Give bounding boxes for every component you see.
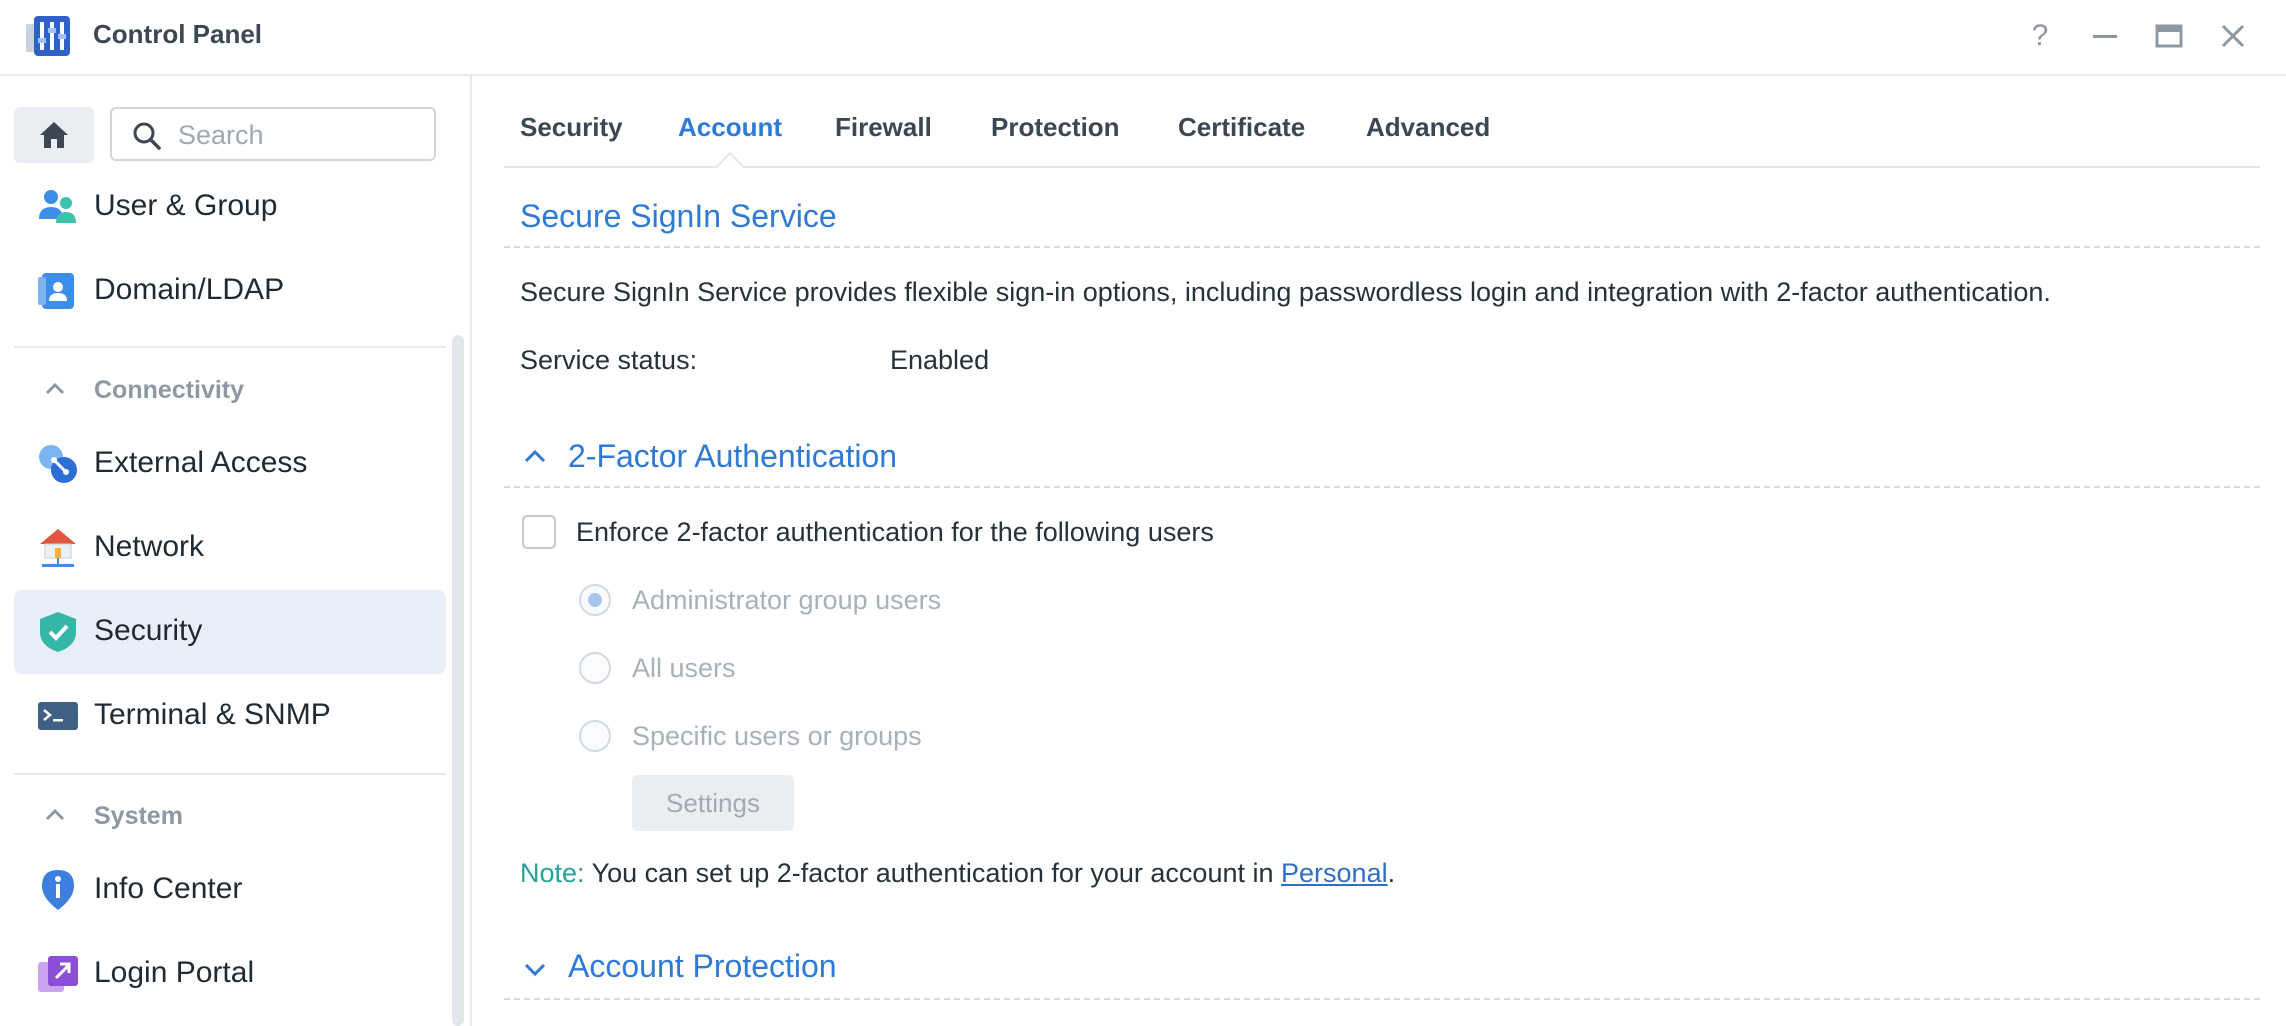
sidebar-group-label: Connectivity: [94, 376, 245, 404]
security-shield-icon: [40, 612, 76, 652]
tab-account[interactable]: Account: [678, 112, 782, 143]
network-icon: [40, 529, 76, 567]
sidebar-item-label: Terminal & SNMP: [94, 698, 331, 731]
sidebar-item-network[interactable]: Network: [14, 506, 446, 590]
personal-link[interactable]: Personal: [1281, 858, 1388, 888]
sidebar-item-domain-ldap[interactable]: Domain/LDAP: [14, 249, 446, 333]
title-bar: [0, 0, 2286, 76]
home-button[interactable]: [14, 107, 94, 163]
minimize-icon: [2093, 35, 2117, 38]
help-button[interactable]: ?: [2020, 16, 2060, 56]
chevron-up-icon: [45, 808, 65, 821]
sidebar-item-label: Info Center: [94, 872, 243, 905]
section-divider: [504, 998, 2260, 1000]
chevron-up-icon: [45, 382, 65, 395]
tab-advanced[interactable]: Advanced: [1366, 112, 1490, 143]
sidebar-group-system[interactable]: System: [14, 786, 446, 846]
two-factor-note: Note: You can set up 2-factor authentica…: [520, 858, 1395, 889]
sidebar-item-terminal-snmp[interactable]: Terminal & SNMP: [14, 674, 446, 758]
settings-button[interactable]: Settings: [632, 775, 794, 831]
window-title: Control Panel: [93, 19, 263, 49]
radio-label: Administrator group users: [632, 585, 942, 615]
minimize-button[interactable]: [2085, 16, 2125, 56]
sidebar-divider: [14, 773, 446, 775]
tab-certificate[interactable]: Certificate: [1178, 112, 1305, 143]
enforce-2fa-checkbox[interactable]: [522, 515, 556, 549]
service-status-label: Service status:: [520, 345, 698, 375]
sidebar-item-info-center[interactable]: Info Center: [14, 848, 446, 932]
secure-signin-description: Secure SignIn Service provides flexible …: [520, 277, 2051, 307]
external-access-icon: [39, 445, 77, 483]
tab-protection[interactable]: Protection: [991, 112, 1120, 143]
account-protection-section-toggle[interactable]: Account Protection: [520, 946, 940, 990]
control-panel-app-icon: [26, 16, 72, 56]
close-icon: [2221, 24, 2245, 48]
radio-administrator-group-users[interactable]: [579, 584, 611, 616]
radio-label: Specific users or groups: [632, 721, 922, 751]
close-button[interactable]: [2213, 16, 2253, 56]
sidebar-item-label: Domain/LDAP: [94, 273, 285, 306]
sidebar-item-login-portal[interactable]: Login Portal: [14, 932, 446, 1016]
home-icon: [40, 122, 68, 148]
user-group-icon: [39, 190, 76, 223]
note-end: .: [1387, 858, 1396, 888]
sidebar-divider: [14, 346, 446, 348]
help-icon: ?: [2031, 19, 2049, 52]
search-box[interactable]: [110, 107, 436, 161]
domain-ldap-icon: [38, 273, 74, 309]
sidebar-scrollbar[interactable]: [452, 335, 464, 1026]
sidebar-item-label: Login Portal: [94, 956, 255, 989]
tab-firewall[interactable]: Firewall: [835, 112, 932, 143]
maximize-icon: [2155, 24, 2183, 48]
tab-divider: [504, 166, 2260, 168]
sidebar-item-label: Security: [94, 614, 203, 647]
sidebar-item-label: User & Group: [94, 189, 278, 222]
section-divider: [504, 486, 2260, 488]
two-factor-title: 2-Factor Authentication: [568, 438, 898, 474]
terminal-icon: [38, 702, 78, 730]
section-divider: [504, 246, 2260, 248]
chevron-up-icon: [524, 449, 546, 463]
chevron-down-icon: [524, 963, 546, 977]
sidebar-group-connectivity[interactable]: Connectivity: [14, 360, 446, 420]
info-center-icon: [42, 870, 74, 910]
tab-security[interactable]: Security: [520, 112, 623, 143]
two-factor-section-toggle[interactable]: 2-Factor Authentication: [520, 436, 940, 480]
note-text: You can set up 2-factor authentication f…: [591, 858, 1274, 888]
sidebar-item-security[interactable]: Security: [14, 590, 446, 674]
sidebar-item-external-access[interactable]: External Access: [14, 422, 446, 506]
note-label: Note:: [520, 858, 585, 888]
account-protection-title: Account Protection: [568, 948, 837, 984]
radio-specific-users-or-groups[interactable]: [579, 720, 611, 752]
search-input[interactable]: [176, 117, 430, 153]
radio-all-users[interactable]: [579, 652, 611, 684]
sidebar-item-label: External Access: [94, 446, 308, 479]
active-tab-indicator: [715, 151, 745, 181]
enforce-2fa-label: Enforce 2-factor authentication for the …: [576, 517, 1214, 547]
service-status-value: Enabled: [890, 345, 990, 375]
search-icon: [133, 122, 161, 150]
sidebar-group-label: System: [94, 802, 183, 830]
secure-signin-title: Secure SignIn Service: [520, 198, 837, 234]
login-portal-icon: [38, 956, 78, 992]
sidebar-item-user-group[interactable]: User & Group: [14, 165, 446, 249]
maximize-button[interactable]: [2149, 16, 2189, 56]
radio-label: All users: [632, 653, 736, 683]
sidebar-item-label: Network: [94, 530, 205, 563]
